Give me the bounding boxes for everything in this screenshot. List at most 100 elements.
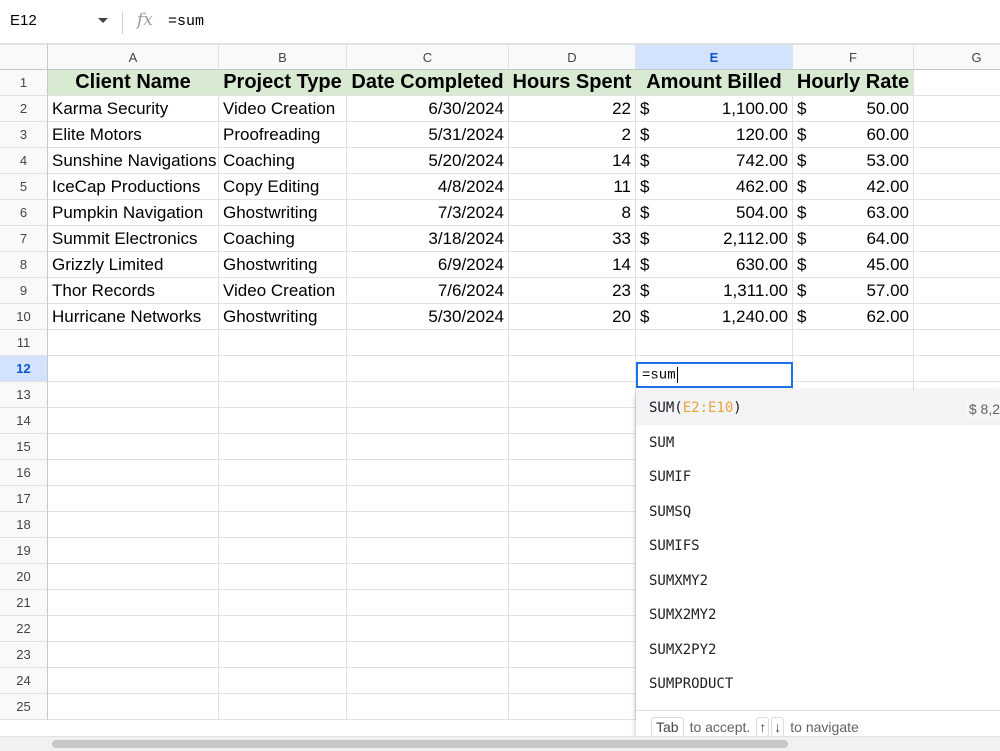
- row-header-24[interactable]: 24: [0, 668, 48, 694]
- empty-cell[interactable]: [219, 642, 347, 668]
- table-cell[interactable]: 7/3/2024: [347, 200, 509, 226]
- empty-cell[interactable]: [914, 330, 1000, 356]
- empty-cell[interactable]: [347, 538, 509, 564]
- name-box-dropdown-icon[interactable]: [98, 18, 108, 23]
- table-cell[interactable]: Pumpkin Navigation: [48, 200, 219, 226]
- empty-cell[interactable]: [914, 70, 1000, 96]
- table-cell[interactable]: Sunshine Navigations: [48, 148, 219, 174]
- table-cell[interactable]: IceCap Productions: [48, 174, 219, 200]
- currency-cell[interactable]: $1,240.00: [636, 304, 793, 330]
- currency-cell[interactable]: $45.00: [793, 252, 914, 278]
- empty-cell[interactable]: [48, 512, 219, 538]
- empty-cell[interactable]: [793, 356, 914, 382]
- table-header-cell[interactable]: Client Name: [48, 70, 219, 96]
- empty-cell[interactable]: [219, 512, 347, 538]
- empty-cell[interactable]: [48, 382, 219, 408]
- empty-cell[interactable]: [509, 694, 636, 720]
- empty-cell[interactable]: [347, 668, 509, 694]
- table-cell[interactable]: Ghostwriting: [219, 200, 347, 226]
- row-header-16[interactable]: 16: [0, 460, 48, 486]
- empty-cell[interactable]: [219, 408, 347, 434]
- table-cell[interactable]: Ghostwriting: [219, 252, 347, 278]
- empty-cell[interactable]: [914, 278, 1000, 304]
- select-all-corner[interactable]: [0, 44, 48, 70]
- autocomplete-suggestion-sumifs[interactable]: SUMIFS: [636, 529, 1000, 564]
- empty-cell[interactable]: [347, 642, 509, 668]
- empty-cell[interactable]: [914, 226, 1000, 252]
- empty-cell[interactable]: [509, 330, 636, 356]
- row-header-1[interactable]: 1: [0, 70, 48, 96]
- currency-cell[interactable]: $742.00: [636, 148, 793, 174]
- table-header-cell[interactable]: Amount Billed: [636, 70, 793, 96]
- row-header-2[interactable]: 2: [0, 96, 48, 122]
- empty-cell[interactable]: [347, 460, 509, 486]
- row-header-18[interactable]: 18: [0, 512, 48, 538]
- empty-cell[interactable]: [219, 694, 347, 720]
- row-header-23[interactable]: 23: [0, 642, 48, 668]
- autocomplete-suggestion-sumxmy2[interactable]: SUMXMY2: [636, 563, 1000, 598]
- row-header-5[interactable]: 5: [0, 174, 48, 200]
- table-cell[interactable]: Coaching: [219, 148, 347, 174]
- empty-cell[interactable]: [509, 434, 636, 460]
- table-cell[interactable]: Video Creation: [219, 278, 347, 304]
- column-header-c[interactable]: C: [347, 44, 509, 70]
- table-cell[interactable]: Hurricane Networks: [48, 304, 219, 330]
- table-header-cell[interactable]: Date Completed: [347, 70, 509, 96]
- row-header-3[interactable]: 3: [0, 122, 48, 148]
- empty-cell[interactable]: [509, 616, 636, 642]
- empty-cell[interactable]: [509, 642, 636, 668]
- table-cell[interactable]: 6/9/2024: [347, 252, 509, 278]
- row-header-7[interactable]: 7: [0, 226, 48, 252]
- empty-cell[interactable]: [509, 486, 636, 512]
- table-cell[interactable]: Elite Motors: [48, 122, 219, 148]
- column-header-e[interactable]: E: [636, 44, 793, 70]
- empty-cell[interactable]: [48, 356, 219, 382]
- empty-cell[interactable]: [347, 616, 509, 642]
- row-header-25[interactable]: 25: [0, 694, 48, 720]
- row-header-15[interactable]: 15: [0, 434, 48, 460]
- empty-cell[interactable]: [219, 590, 347, 616]
- table-cell[interactable]: Coaching: [219, 226, 347, 252]
- empty-cell[interactable]: [219, 382, 347, 408]
- empty-cell[interactable]: [219, 330, 347, 356]
- empty-cell[interactable]: [48, 408, 219, 434]
- row-header-14[interactable]: 14: [0, 408, 48, 434]
- empty-cell[interactable]: [793, 330, 914, 356]
- currency-cell[interactable]: $63.00: [793, 200, 914, 226]
- empty-cell[interactable]: [509, 512, 636, 538]
- empty-cell[interactable]: [914, 96, 1000, 122]
- row-header-13[interactable]: 13: [0, 382, 48, 408]
- empty-cell[interactable]: [347, 486, 509, 512]
- table-cell[interactable]: Thor Records: [48, 278, 219, 304]
- currency-cell[interactable]: $462.00: [636, 174, 793, 200]
- empty-cell[interactable]: [219, 616, 347, 642]
- empty-cell[interactable]: [48, 434, 219, 460]
- table-cell[interactable]: 2: [509, 122, 636, 148]
- horizontal-scrollbar-thumb[interactable]: [52, 740, 788, 748]
- table-cell[interactable]: Proofreading: [219, 122, 347, 148]
- empty-cell[interactable]: [914, 356, 1000, 382]
- empty-cell[interactable]: [219, 460, 347, 486]
- column-header-a[interactable]: A: [48, 44, 219, 70]
- empty-cell[interactable]: [509, 356, 636, 382]
- currency-cell[interactable]: $60.00: [793, 122, 914, 148]
- row-header-9[interactable]: 9: [0, 278, 48, 304]
- name-box[interactable]: E12: [10, 12, 37, 29]
- empty-cell[interactable]: [914, 174, 1000, 200]
- empty-cell[interactable]: [509, 460, 636, 486]
- currency-cell[interactable]: $62.00: [793, 304, 914, 330]
- empty-cell[interactable]: [347, 512, 509, 538]
- empty-cell[interactable]: [48, 486, 219, 512]
- autocomplete-suggestion-sumproduct[interactable]: SUMPRODUCT: [636, 667, 1000, 702]
- table-cell[interactable]: 6/30/2024: [347, 96, 509, 122]
- row-header-8[interactable]: 8: [0, 252, 48, 278]
- empty-cell[interactable]: [347, 564, 509, 590]
- row-header-6[interactable]: 6: [0, 200, 48, 226]
- empty-cell[interactable]: [509, 382, 636, 408]
- empty-cell[interactable]: [914, 200, 1000, 226]
- empty-cell[interactable]: [509, 668, 636, 694]
- column-header-g[interactable]: G: [914, 44, 1000, 70]
- empty-cell[interactable]: [347, 408, 509, 434]
- currency-cell[interactable]: $1,100.00: [636, 96, 793, 122]
- table-header-cell[interactable]: Hours Spent: [509, 70, 636, 96]
